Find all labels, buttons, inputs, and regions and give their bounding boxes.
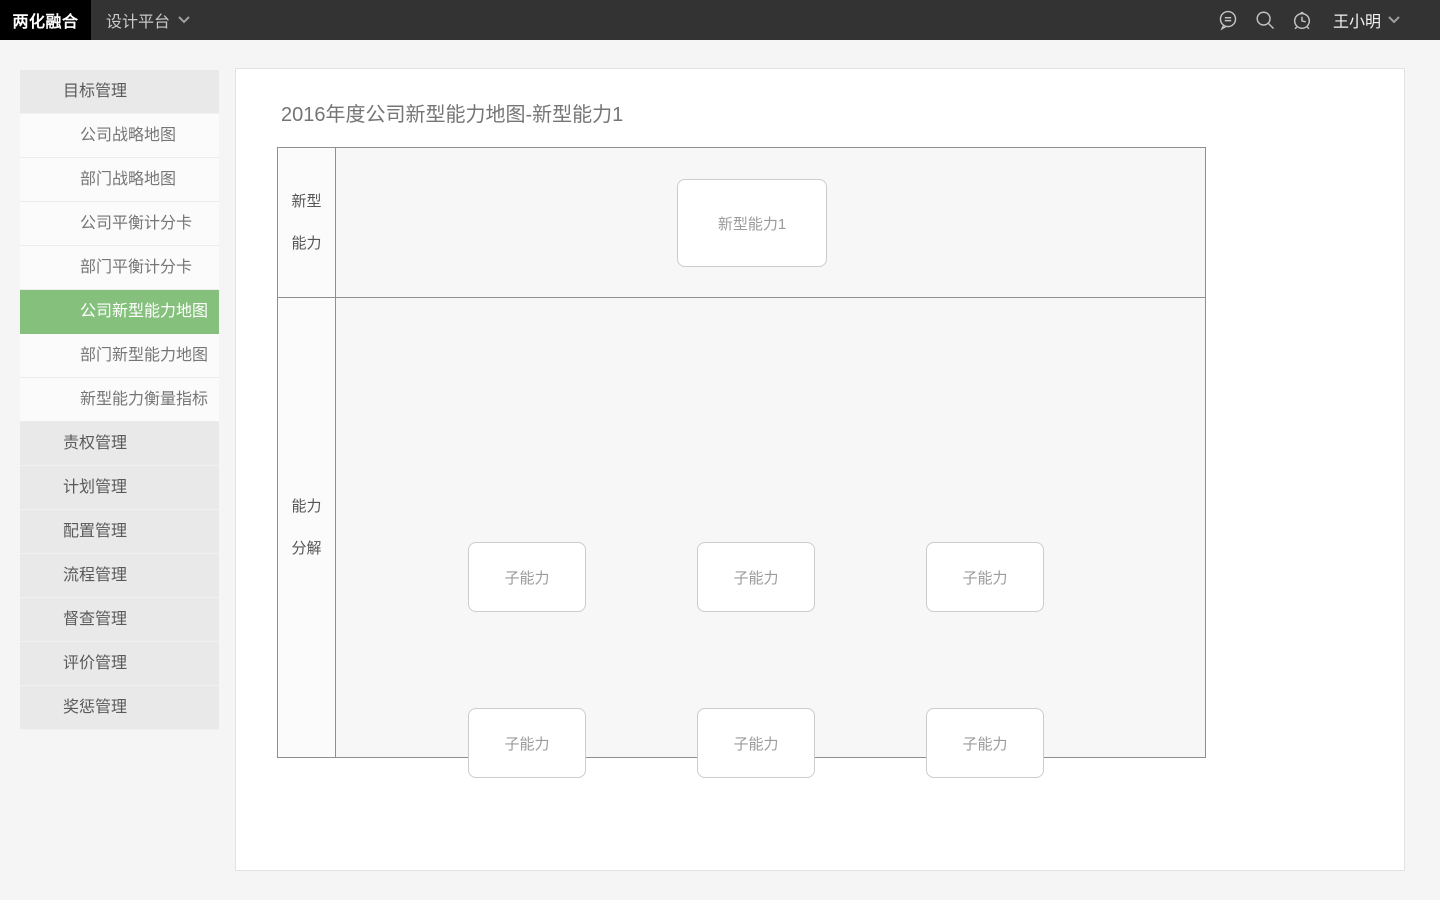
nav-design-platform[interactable]: 设计平台: [106, 8, 190, 32]
nav-design-platform-label: 设计平台: [106, 8, 170, 32]
alarm-clock-icon[interactable]: [1291, 9, 1313, 31]
search-icon[interactable]: [1254, 9, 1276, 31]
app-logo[interactable]: 两化融合: [0, 0, 91, 40]
sidebar-item-configuration-management[interactable]: 配置管理: [20, 510, 219, 554]
sidebar-item-company-strategy-map[interactable]: 公司战略地图: [20, 114, 219, 158]
sidebar-item-department-strategy-map[interactable]: 部门战略地图: [20, 158, 219, 202]
sidebar-item-reward-punishment-management[interactable]: 奖惩管理: [20, 686, 219, 730]
row-label-capability-breakdown: 能力 分解: [278, 298, 336, 757]
sidebar-item-new-capability-metrics[interactable]: 新型能力衡量指标: [20, 378, 219, 422]
sidebar-item-supervision-management[interactable]: 督查管理: [20, 598, 219, 642]
new-capability-row: 新型能力1: [336, 148, 1205, 298]
capability-map-table: 新型 能力 新型能力1 能力 分解 子能力 子能力 子能力 子能力 子能力 子能…: [277, 147, 1206, 758]
user-menu[interactable]: 王小明: [1333, 8, 1400, 32]
row-label-line: 能力: [291, 223, 321, 265]
chevron-down-icon: [178, 16, 190, 24]
page-title: 2016年度公司新型能力地图-新型能力1: [281, 98, 623, 127]
capability-breakdown-row: 子能力 子能力 子能力 子能力 子能力 子能力: [336, 298, 1205, 757]
sub-capability-node[interactable]: 子能力: [926, 542, 1044, 612]
user-name: 王小明: [1333, 8, 1381, 32]
capability-node[interactable]: 新型能力1: [677, 179, 827, 267]
sidebar-item-company-new-capability-map[interactable]: 公司新型能力地图: [20, 290, 219, 334]
sidebar-item-process-management[interactable]: 流程管理: [20, 554, 219, 598]
content-panel: 2016年度公司新型能力地图-新型能力1 新型 能力 新型能力1 能力 分解 子…: [235, 68, 1405, 871]
top-navigation-bar: 两化融合 设计平台 王小明: [0, 0, 1440, 40]
sidebar: 目标管理 公司战略地图 部门战略地图 公司平衡计分卡 部门平衡计分卡 公司新型能…: [20, 70, 219, 730]
sub-capability-node[interactable]: 子能力: [926, 708, 1044, 778]
sub-capability-node[interactable]: 子能力: [468, 542, 586, 612]
sub-capability-node[interactable]: 子能力: [697, 542, 815, 612]
sidebar-item-department-new-capability-map[interactable]: 部门新型能力地图: [20, 334, 219, 378]
sidebar-item-department-balanced-scorecard[interactable]: 部门平衡计分卡: [20, 246, 219, 290]
message-icon[interactable]: [1217, 9, 1239, 31]
sub-capability-node[interactable]: 子能力: [468, 708, 586, 778]
sidebar-item-company-balanced-scorecard[interactable]: 公司平衡计分卡: [20, 202, 219, 246]
row-label-line: 能力: [291, 486, 321, 528]
sidebar-item-plan-management[interactable]: 计划管理: [20, 466, 219, 510]
sidebar-item-goal-management[interactable]: 目标管理: [20, 70, 219, 114]
sub-capability-node[interactable]: 子能力: [697, 708, 815, 778]
row-label-line: 新型: [291, 181, 321, 223]
topbar-actions: 王小明: [1217, 8, 1440, 32]
row-label-new-capability: 新型 能力: [278, 148, 336, 298]
sidebar-item-responsibility-management[interactable]: 责权管理: [20, 422, 219, 466]
sidebar-item-evaluation-management[interactable]: 评价管理: [20, 642, 219, 686]
row-label-line: 分解: [291, 528, 321, 570]
chevron-down-icon: [1388, 16, 1400, 24]
